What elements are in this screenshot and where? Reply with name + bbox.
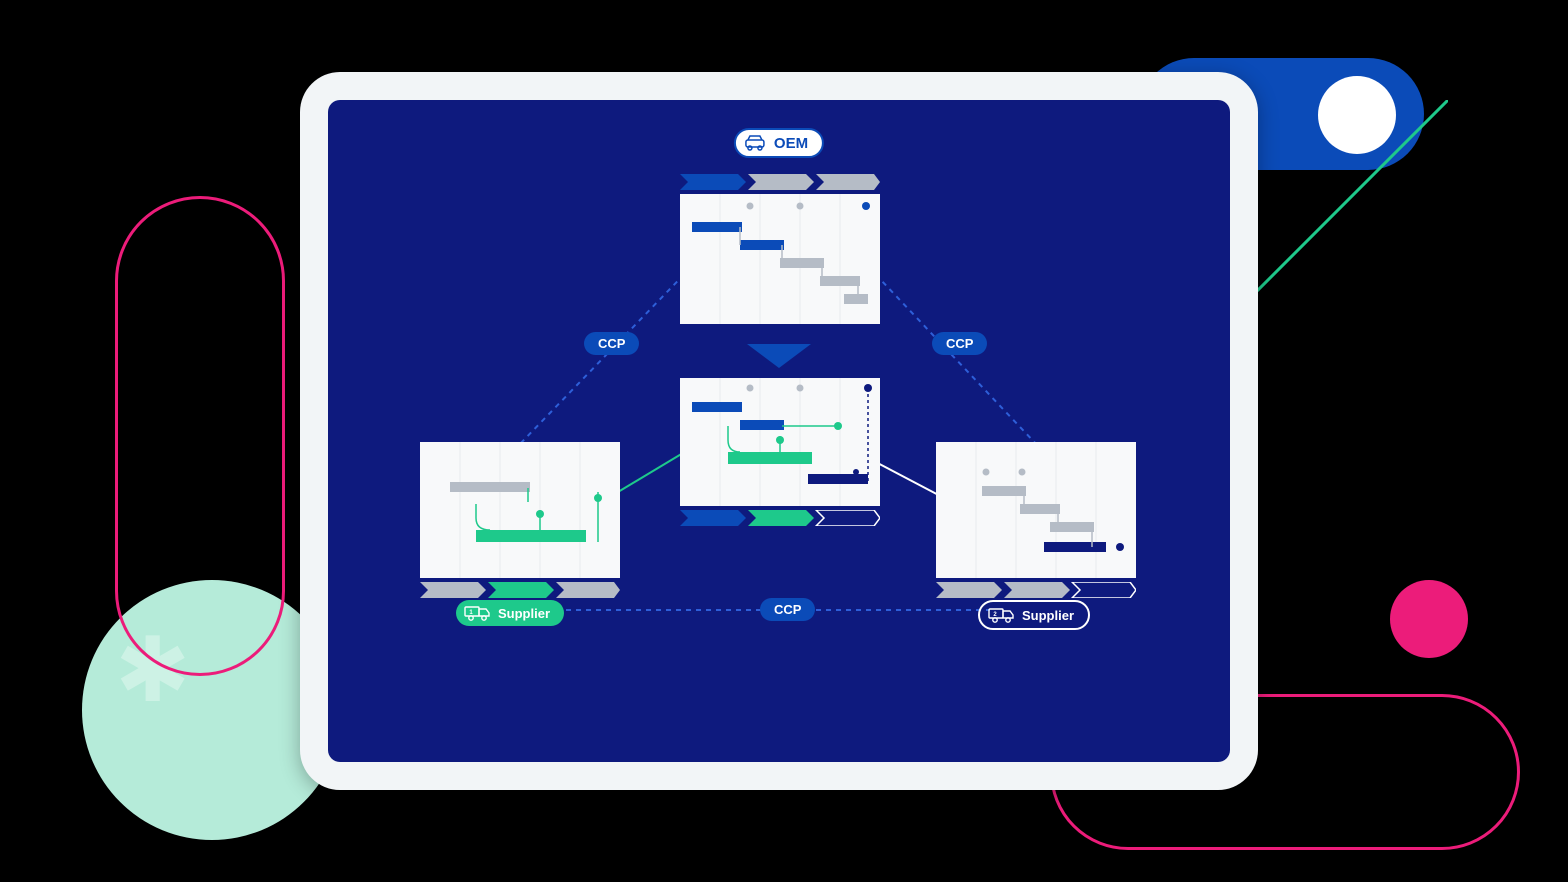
middle-gantt-chevrons [680,510,880,526]
supplier2-badge: 2 Supplier [978,600,1090,630]
svg-text:1: 1 [469,610,473,616]
tablet-frame: OEM [300,72,1258,790]
supplier1-label: Supplier [498,606,550,621]
supplier2-label: Supplier [1022,608,1074,623]
tablet-screen: OEM [328,100,1230,762]
truck-icon: 1 [464,605,492,621]
ccp-badge-left: CCP [584,332,639,355]
gantt-integrated-chart [680,378,880,506]
ccp-badge-bottom: CCP [760,598,815,621]
oem-badge: OEM [734,128,824,158]
gantt-oem-chart [680,194,880,324]
gantt-supplier1-chart [420,442,620,578]
ccp-label: CCP [598,336,625,351]
gantt-supplier1-panel [420,442,620,578]
decor-pink-dot [1390,580,1468,658]
supplier1-badge: 1 Supplier [456,600,564,626]
car-icon [744,134,768,152]
gantt-supplier2-chart [936,442,1136,578]
truck-icon: 2 [988,607,1016,623]
ccp-label: CCP [946,336,973,351]
ccp-badge-right: CCP [932,332,987,355]
arrow-down-icon [747,344,811,368]
right-gantt-chevrons [936,582,1136,598]
gantt-oem-panel [680,194,880,324]
gantt-supplier2-panel [936,442,1136,578]
oem-label: OEM [774,135,808,152]
decor-pink-pill-outline [115,196,285,676]
gantt-integrated-panel [680,378,880,506]
left-gantt-chevrons [420,582,620,598]
top-gantt-chevrons [680,174,880,190]
svg-text:2: 2 [993,612,997,618]
ccp-label: CCP [774,602,801,617]
